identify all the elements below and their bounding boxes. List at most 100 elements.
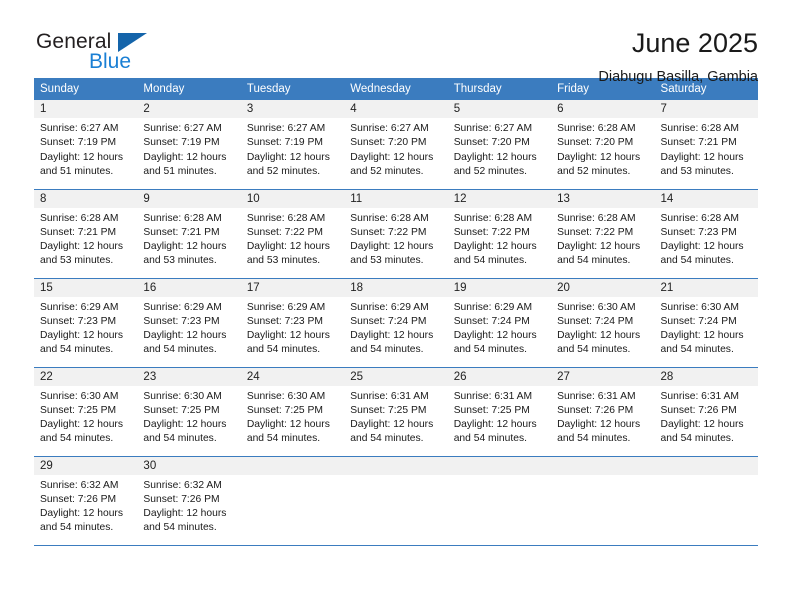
- sunrise-text: Sunrise: 6:28 AM: [143, 212, 222, 224]
- day-number: 7: [654, 100, 758, 118]
- day-number: 17: [240, 278, 345, 297]
- calendar-day-cell[interactable]: 6 Sunrise: 6:28 AM Sunset: 7:20 PM Daylight…: [551, 100, 655, 189]
- daylight-text-line1: Daylight: 12 hours: [143, 151, 227, 163]
- calendar-day-cell[interactable]: 19 Sunrise: 6:29 AM Sunset: 7:24 PM Dayligh…: [447, 277, 552, 367]
- calendar-table: Sunday Monday Tuesday Wednesday Thursday…: [34, 78, 758, 546]
- sunrise-text: Sunrise: 6:28 AM: [350, 212, 429, 224]
- calendar-day-cell[interactable]: 16 Sunrise: 6:29 AM Sunset: 7:23 PM Dayligh…: [137, 277, 241, 367]
- page-title: June 2025: [631, 28, 758, 58]
- sunset-text: Sunset: 7:22 PM: [350, 226, 427, 238]
- daylight-text-line2: and 54 minutes.: [40, 344, 114, 356]
- day-details: Sunrise: 6:30 AM Sunset: 7:24 PM Daylight:…: [551, 297, 654, 358]
- sunset-text: Sunset: 7:20 PM: [557, 137, 634, 149]
- calendar-day-cell[interactable]: 25 Sunrise: 6:31 AM Sunset: 7:25 PM Dayligh…: [344, 366, 448, 456]
- day-number: 30: [137, 456, 241, 475]
- calendar-day-cell[interactable]: 10 Sunrise: 6:28 AM Sunset: 7:22 PM Dayligh…: [240, 188, 345, 278]
- sunrise-text: Sunrise: 6:27 AM: [246, 123, 326, 134]
- calendar-day-cell[interactable]: 14 Sunrise: 6:28 AM Sunset: 7:23 PM Dayligh…: [654, 188, 758, 278]
- day-number: 16: [137, 278, 241, 297]
- general-blue-logo[interactable]: General Blue: [34, 28, 154, 80]
- calendar-day-cell[interactable]: 26 Sunrise: 6:31 AM Sunset: 7:25 PM Dayligh…: [447, 366, 552, 456]
- calendar-empty-cell: [344, 455, 448, 546]
- page-header: General Blue June 2025 Diabugu Basilla, …: [34, 0, 758, 85]
- calendar-day-cell[interactable]: 22 Sunrise: 6:30 AM Sunset: 7:25 PM Dayligh…: [34, 366, 138, 456]
- calendar-day-cell[interactable]: 7 Sunrise: 6:28 AM Sunset: 7:21 PM Daylight…: [654, 100, 758, 189]
- daylight-text-line1: Daylight: 12 hours: [40, 508, 123, 520]
- sunrise-text: Sunrise: 6:28 AM: [557, 212, 636, 224]
- daylight-text-line2: and 54 minutes.: [143, 344, 217, 356]
- daylight-text-line2: and 54 minutes.: [350, 433, 424, 445]
- weekday-header-sunday: Sunday: [34, 78, 138, 100]
- daylight-text-line1: Daylight: 12 hours: [246, 151, 330, 163]
- sunrise-text: Sunrise: 6:32 AM: [143, 479, 222, 491]
- calendar-day-cell[interactable]: 17 Sunrise: 6:29 AM Sunset: 7:23 PM Dayligh…: [240, 277, 345, 367]
- calendar-day-cell[interactable]: 1 Sunrise: 6:27 AM Sunset: 7:19 PM Daylight…: [34, 100, 138, 189]
- day-number: 14: [654, 189, 758, 208]
- daylight-text-line2: and 54 minutes.: [453, 255, 527, 267]
- weekday-header-thursday: Thursday: [447, 78, 552, 100]
- daylight-text-line1: Daylight: 12 hours: [453, 330, 537, 342]
- calendar-day-cell[interactable]: 12 Sunrise: 6:28 AM Sunset: 7:22 PM Dayligh…: [447, 188, 552, 278]
- day-details: Sunrise: 6:32 AM Sunset: 7:26 PM Daylight:…: [137, 475, 240, 536]
- day-details: Sunrise: 6:30 AM Sunset: 7:25 PM Daylight:…: [241, 386, 344, 447]
- daylight-text-line1: Daylight: 12 hours: [557, 419, 641, 431]
- day-details: Sunrise: 6:28 AM Sunset: 7:22 PM Daylight:…: [448, 208, 551, 269]
- calendar-day-cell[interactable]: 15 Sunrise: 6:29 AM Sunset: 7:23 PM Dayligh…: [34, 277, 138, 367]
- day-details: Sunrise: 6:30 AM Sunset: 7:24 PM Daylight:…: [655, 297, 758, 358]
- calendar-day-cell[interactable]: 28 Sunrise: 6:31 AM Sunset: 7:26 PM Dayligh…: [654, 366, 758, 456]
- calendar-day-cell[interactable]: 27 Sunrise: 6:31 AM Sunset: 7:26 PM Dayligh…: [551, 366, 655, 456]
- day-details: Sunrise: 6:28 AM Sunset: 7:23 PM Daylight:…: [655, 208, 758, 269]
- day-number: 15: [34, 278, 138, 297]
- sunrise-text: Sunrise: 6:31 AM: [557, 390, 636, 402]
- calendar-day-cell[interactable]: 8 Sunrise: 6:28 AM Sunset: 7:21 PM Daylight…: [34, 188, 138, 278]
- calendar-day-cell[interactable]: 23 Sunrise: 6:30 AM Sunset: 7:25 PM Dayligh…: [137, 366, 241, 456]
- calendar-day-cell[interactable]: 3 Sunrise: 6:27 AM Sunset: 7:19 PM Daylight…: [240, 100, 345, 189]
- calendar-day-cell[interactable]: 21 Sunrise: 6:30 AM Sunset: 7:24 PM Dayligh…: [654, 277, 758, 367]
- day-number: 24: [240, 367, 345, 386]
- day-number: [551, 456, 655, 475]
- daylight-text-line2: and 54 minutes.: [453, 433, 527, 445]
- calendar-day-cell[interactable]: 24 Sunrise: 6:30 AM Sunset: 7:25 PM Dayligh…: [240, 366, 345, 456]
- daylight-text-line2: and 54 minutes.: [557, 344, 631, 356]
- daylight-text-line2: and 54 minutes.: [246, 344, 321, 356]
- calendar-day-cell[interactable]: 29 Sunrise: 6:32 AM Sunset: 7:26 PM Dayligh…: [34, 455, 138, 546]
- daylight-text-line2: and 51 minutes.: [143, 165, 217, 177]
- calendar-day-cell[interactable]: 5 Sunrise: 6:27 AM Sunset: 7:20 PM Daylight…: [447, 100, 552, 189]
- day-number: [344, 456, 448, 475]
- calendar-day-cell[interactable]: 9 Sunrise: 6:28 AM Sunset: 7:21 PM Daylight…: [137, 188, 241, 278]
- calendar-day-cell[interactable]: 11 Sunrise: 6:28 AM Sunset: 7:22 PM Dayligh…: [344, 188, 448, 278]
- daylight-text-line2: and 54 minutes.: [557, 255, 631, 267]
- sunset-text: Sunset: 7:20 PM: [453, 137, 530, 149]
- sunrise-text: Sunrise: 6:31 AM: [453, 390, 533, 402]
- calendar-day-cell[interactable]: 20 Sunrise: 6:30 AM Sunset: 7:24 PM Dayligh…: [551, 277, 655, 367]
- daylight-text-line2: and 52 minutes.: [453, 165, 527, 177]
- day-details: Sunrise: 6:28 AM Sunset: 7:21 PM Daylight:…: [137, 208, 240, 269]
- calendar-day-cell[interactable]: 30 Sunrise: 6:32 AM Sunset: 7:26 PM Dayligh…: [137, 455, 241, 546]
- sunset-text: Sunset: 7:22 PM: [246, 226, 323, 238]
- day-details: Sunrise: 6:29 AM Sunset: 7:24 PM Daylight:…: [344, 297, 447, 358]
- day-number: 26: [447, 367, 552, 386]
- day-number: [654, 456, 758, 475]
- day-number: 28: [654, 367, 758, 386]
- daylight-text-line2: and 53 minutes.: [40, 255, 114, 267]
- calendar-day-cell[interactable]: 13 Sunrise: 6:28 AM Sunset: 7:22 PM Dayligh…: [551, 188, 655, 278]
- daylight-text-line1: Daylight: 12 hours: [143, 508, 227, 520]
- daylight-text-line2: and 53 minutes.: [246, 255, 321, 267]
- day-number: 25: [344, 367, 448, 386]
- sunrise-text: Sunrise: 6:28 AM: [660, 123, 739, 134]
- weekday-header-wednesday: Wednesday: [344, 78, 448, 100]
- calendar-week-row: 22 Sunrise: 6:30 AM Sunset: 7:25 PM Dayligh…: [34, 366, 758, 456]
- day-number: 10: [240, 189, 345, 208]
- calendar-day-cell[interactable]: 2 Sunrise: 6:27 AM Sunset: 7:19 PM Daylight…: [137, 100, 241, 189]
- sunrise-text: Sunrise: 6:29 AM: [246, 301, 326, 313]
- sunset-text: Sunset: 7:24 PM: [557, 315, 634, 327]
- day-number: 9: [137, 189, 241, 208]
- daylight-text-line1: Daylight: 12 hours: [350, 419, 434, 431]
- sunrise-text: Sunrise: 6:27 AM: [350, 123, 429, 134]
- day-number: [240, 456, 345, 475]
- sunset-text: Sunset: 7:23 PM: [143, 315, 220, 327]
- calendar-day-cell[interactable]: 4 Sunrise: 6:27 AM Sunset: 7:20 PM Daylight…: [344, 100, 448, 189]
- calendar-day-cell[interactable]: 18 Sunrise: 6:29 AM Sunset: 7:24 PM Dayligh…: [344, 277, 448, 367]
- daylight-text-line2: and 52 minutes.: [246, 165, 321, 177]
- sunset-text: Sunset: 7:23 PM: [660, 226, 737, 238]
